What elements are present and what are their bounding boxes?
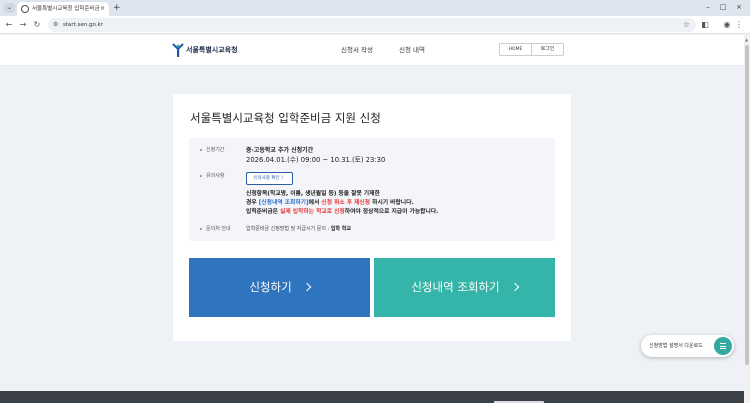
tune-icon[interactable]: ⚙: [53, 21, 58, 29]
window-close-icon[interactable]: ×: [733, 2, 745, 12]
contact-label: 문의처 안내: [200, 225, 231, 233]
chevron-right-icon: [510, 282, 519, 292]
notice-label: 유의사항: [200, 172, 224, 180]
arrow-left-icon[interactable]: ←: [4, 19, 14, 31]
period-label: 신청기간: [200, 146, 224, 154]
profile-icon[interactable]: ◉: [722, 20, 732, 30]
browser-tab[interactable]: 서울특별시교육청 입학준비금 ×: [17, 2, 109, 16]
notice-check-button[interactable]: 유의사항 확인 〉: [246, 172, 293, 185]
notice-line-1: 신청항목(학교명, 이름, 생년월일 등) 등을 잘못 기재한: [246, 191, 380, 197]
period-title: 중·고등학교 추가 신청기간: [246, 147, 314, 154]
plus-icon[interactable]: +: [113, 3, 121, 13]
notice-line-2: 경우 [신청내역 조회하기]에서 신청 취소 후 재신청 하시기 바랍니다.: [246, 200, 414, 206]
notice-line-3: 입학준비금은 실제 입학하는 학교로 신청하여야 정상적으로 지급이 가능합니다…: [246, 209, 439, 215]
browser-toolbar: ← → ↻ ⚙ start.sen.go.kr ☆ ◧ ◉ ⋮: [0, 16, 750, 34]
kebab-icon[interactable]: ⋮: [734, 20, 744, 30]
logo-text[interactable]: 서울특별시교육청: [186, 45, 238, 55]
chevron-right-icon: [302, 282, 311, 292]
document-icon: [714, 337, 732, 355]
download-guide-button[interactable]: 신청방법 설명서 다운로드: [641, 335, 734, 357]
globe-icon: [21, 5, 29, 13]
login-link[interactable]: 로그인: [532, 44, 563, 55]
minimize-icon[interactable]: –: [702, 2, 714, 12]
util-menu: HOME 로그인: [499, 43, 564, 56]
info-box: 신청기간 중·고등학교 추가 신청기간 2026.04.01.(수) 09:00…: [189, 138, 555, 241]
address-bar[interactable]: ⚙ start.sen.go.kr ☆: [48, 18, 696, 32]
application-card: 서울특별시교육청 입학준비금 지원 신청 신청기간 중·고등학교 추가 신청기간…: [173, 94, 571, 341]
scroll-up-icon[interactable]: ▲: [745, 37, 748, 42]
download-guide-label: 신청방법 설명서 다운로드: [649, 343, 703, 349]
star-icon[interactable]: ☆: [683, 20, 690, 30]
logo-icon[interactable]: [172, 43, 184, 57]
page-title: 서울특별시교육청 입학준비금 지원 신청: [190, 111, 381, 125]
close-icon[interactable]: ×: [100, 5, 105, 13]
browser-tab-bar: ⌄ 서울특별시교육청 입학준비금 × + – □ ×: [0, 0, 750, 16]
nav-apply-form[interactable]: 신청서 작성: [341, 45, 373, 55]
site-footer: [0, 391, 744, 403]
url-text[interactable]: start.sen.go.kr: [63, 21, 103, 29]
contact-text: 입학준비금 신청방법 및 지급시기 문의 : 입학 학교: [246, 226, 351, 232]
site-header: 서울특별시교육청 신청서 작성 신청 내역 HOME 로그인: [0, 35, 744, 66]
maximize-icon[interactable]: □: [717, 2, 729, 12]
nav-apply-history[interactable]: 신청 내역: [399, 45, 425, 55]
home-link[interactable]: HOME: [500, 44, 532, 55]
arrow-right-icon[interactable]: →: [18, 19, 28, 31]
puzzle-icon[interactable]: ◧: [700, 20, 710, 30]
tab-title: 서울특별시교육청 입학준비금: [32, 6, 100, 12]
period-dates: 2026.04.01.(수) 09:00 ~ 10.31.(토) 23:30: [246, 156, 386, 164]
reload-icon[interactable]: ↻: [32, 19, 42, 31]
page-scrollbar[interactable]: ▲: [744, 35, 750, 403]
scroll-thumb[interactable]: [745, 45, 749, 365]
chevron-right-icon: 〉: [281, 176, 286, 181]
chevron-down-icon[interactable]: ⌄: [4, 3, 15, 13]
apply-button[interactable]: 신청하기: [189, 258, 370, 317]
history-button[interactable]: 신청내역 조회하기: [374, 258, 555, 317]
